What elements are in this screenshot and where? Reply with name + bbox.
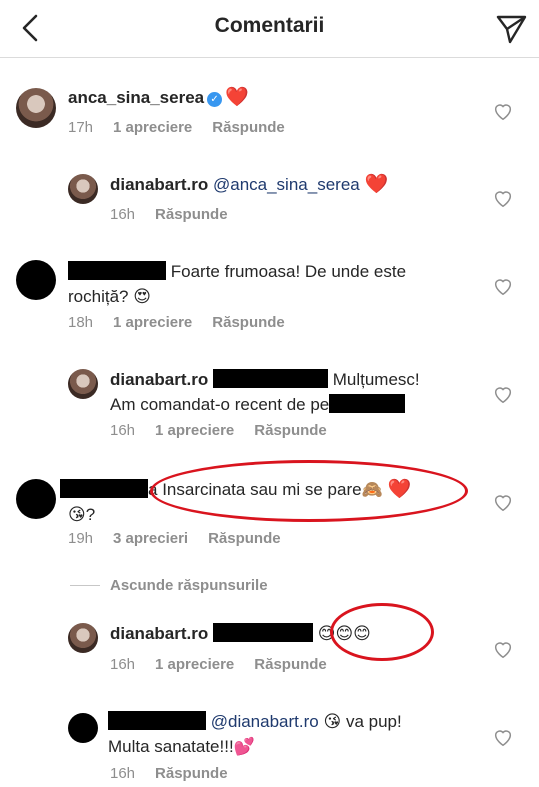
reply-button[interactable]: Răspunde [208,530,281,547]
reply-button[interactable]: Răspunde [212,119,285,136]
comment-meta: 16h Răspunde [110,765,248,782]
comment-text: Foarte frumoasa! De unde este rochiță? 😍 [68,259,406,309]
annotation-ellipse [330,603,434,661]
like-heart-icon[interactable] [492,383,514,405]
comment-text: dianabart.ro Mulțumesc! Am comandat-o re… [110,367,420,417]
share-button[interactable] [493,10,529,46]
likes-count[interactable]: 3 aprecieri [113,530,188,547]
paper-plane-icon [496,15,527,44]
avatar[interactable] [68,713,98,743]
reply-button[interactable]: Răspunde [254,656,327,673]
like-heart-icon[interactable] [492,726,514,748]
red-heart-emoji: ❤️ [225,87,249,108]
comment-meta: 19h 3 aprecieri Răspunde [68,530,301,547]
comment-line: va pup! [345,712,402,731]
comment-line: Am comandat-o recent de pe [110,395,330,414]
username[interactable]: anca_sina_serea [68,88,204,107]
two-hearts-emoji: 💕 [233,737,255,756]
reply-button[interactable]: Răspunde [212,314,285,331]
likes-count[interactable]: 1 apreciere [113,119,192,136]
reply-button[interactable]: Răspunde [155,765,228,782]
comment-end: ? [85,505,96,524]
comment-meta: 16h 1 apreciere Răspunde [110,656,347,673]
avatar[interactable] [68,623,98,653]
avatar[interactable] [16,260,56,300]
reply-button[interactable]: Răspunde [254,422,327,439]
likes-count[interactable]: 1 apreciere [155,422,234,439]
comment-line: Mulțumesc! [332,370,420,389]
avatar[interactable] [68,174,98,204]
annotation-ellipse [150,460,468,522]
mention-link[interactable]: @dianabart.ro [211,712,319,731]
username[interactable]: dianabart.ro [110,175,208,194]
like-heart-icon[interactable] [492,275,514,297]
divider [70,585,100,586]
comment-line: rochiță? [68,287,129,306]
reply-button[interactable]: Răspunde [155,206,228,223]
comment-line: Foarte frumoasa! De unde este [170,262,407,281]
like-heart-icon[interactable] [492,187,514,209]
toggle-label: Ascunde răspunsurile [110,577,268,594]
redacted-mention [212,623,313,642]
username[interactable]: dianabart.ro [110,370,208,389]
comment-text: dianabart.ro @anca_sina_serea ❤️ [110,172,388,197]
redacted-username [68,261,166,280]
likes-count[interactable]: 1 apreciere [113,314,192,331]
like-heart-icon[interactable] [492,638,514,660]
comment-text: @dianabart.ro 😘 va pup! Multa sanatate!!… [108,709,402,759]
redacted-username [108,711,206,730]
avatar[interactable] [68,369,98,399]
comment-meta: 16h 1 apreciere Răspunde [110,422,347,439]
verified-badge-icon: ✓ [207,92,223,107]
mention-link[interactable]: @anca_sina_serea [213,175,360,194]
timestamp: 17h [68,119,94,136]
timestamp: 16h [110,765,136,782]
redacted-username [60,479,148,498]
comment-meta: 16h Răspunde [110,206,248,223]
timestamp: 16h [110,422,136,439]
avatar[interactable] [16,479,56,519]
comment-text: anca_sina_serea ✓ ❤️ [68,85,249,110]
like-heart-icon[interactable] [492,491,514,513]
avatar[interactable] [16,88,56,128]
timestamp: 18h [68,314,94,331]
redacted-mention [212,369,328,388]
like-heart-icon[interactable] [492,100,514,122]
timestamp: 19h [68,530,94,547]
page-title: Comentarii [214,14,325,37]
username[interactable]: dianabart.ro [110,624,208,643]
kissing-face-emoji: 😘 [323,712,342,731]
timestamp: 16h [110,656,136,673]
likes-count[interactable]: 1 apreciere [155,656,234,673]
kissing-face-emoji: 😘 [68,505,86,524]
timestamp: 16h [110,206,136,223]
comment-meta: 18h 1 apreciere Răspunde [68,314,305,331]
hide-replies-toggle[interactable]: Ascunde răspunsurile [70,577,268,594]
redacted-shop-name [329,394,406,413]
heart-eyes-emoji: 😍 [133,287,151,306]
red-heart-emoji: ❤️ [364,174,389,195]
comment-meta: 17h 1 apreciere Răspunde [68,119,305,136]
comment-line: Multa sanatate!!! [108,737,234,756]
top-bar: Comentarii [0,0,539,58]
